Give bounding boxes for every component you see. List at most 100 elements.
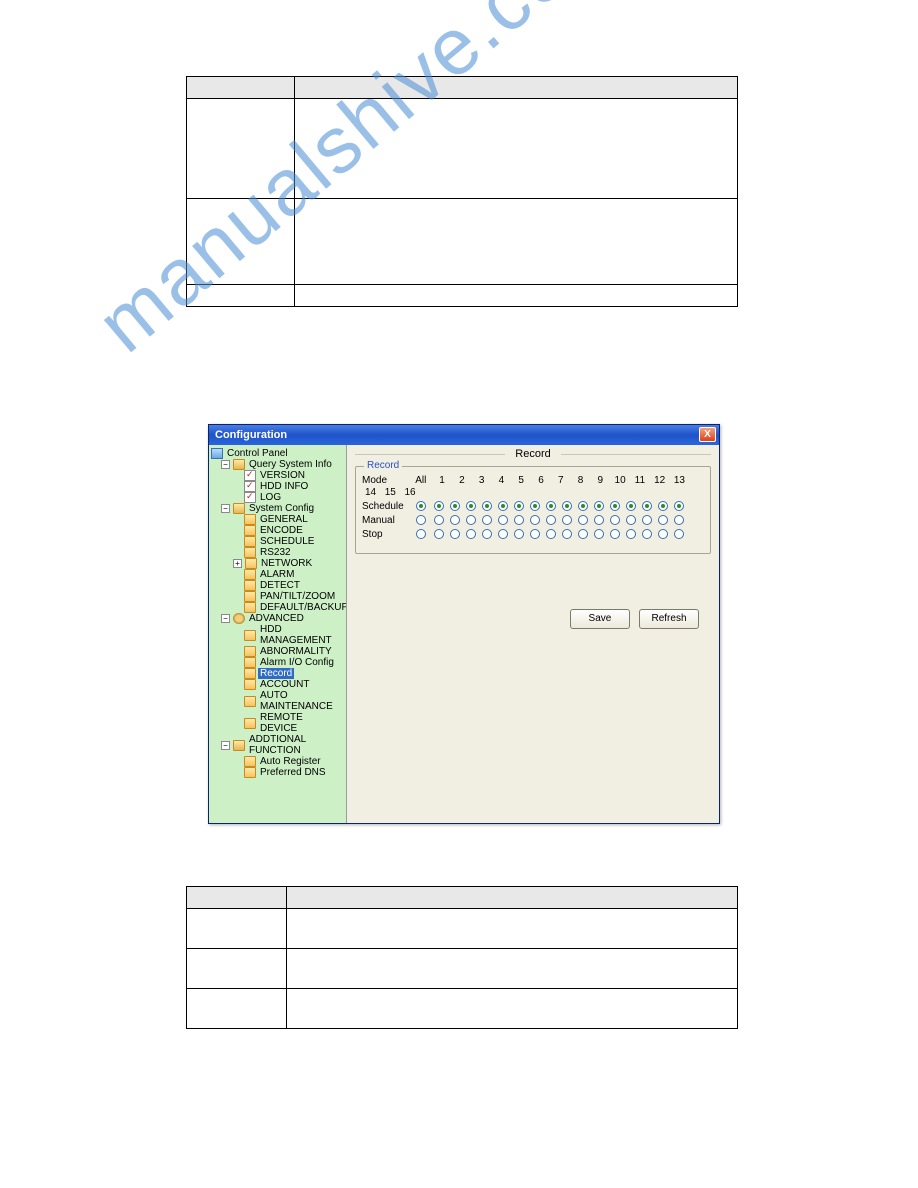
- radio-ch1[interactable]: [434, 515, 444, 525]
- tree-item-preferred-dns[interactable]: Preferred DNS: [211, 767, 344, 778]
- radio-ch12[interactable]: [610, 501, 620, 511]
- radio-ch6[interactable]: [514, 501, 524, 511]
- radio-ch4[interactable]: [482, 501, 492, 511]
- table-cell: [187, 199, 295, 285]
- tree-item-detect[interactable]: DETECT: [211, 580, 344, 591]
- folder-icon: [244, 646, 256, 657]
- radio-ch4[interactable]: [482, 515, 492, 525]
- col-header: 14: [362, 487, 379, 499]
- tree-item-alarm[interactable]: ALARM: [211, 569, 344, 580]
- radio-ch15[interactable]: [658, 529, 668, 539]
- tree-item-abnormality[interactable]: ABNORMALITY: [211, 646, 344, 657]
- radio-ch9[interactable]: [562, 529, 572, 539]
- close-button[interactable]: X: [699, 427, 716, 442]
- radio-ch5[interactable]: [498, 501, 508, 511]
- tree-group-query-system-info[interactable]: − Query System Info: [211, 459, 344, 470]
- radio-ch16[interactable]: [674, 515, 684, 525]
- radio-ch3[interactable]: [466, 501, 476, 511]
- radio-ch15[interactable]: [658, 501, 668, 511]
- refresh-button[interactable]: Refresh: [639, 609, 699, 629]
- radio-ch7[interactable]: [530, 501, 540, 511]
- collapse-icon[interactable]: −: [221, 504, 230, 513]
- radio-ch6[interactable]: [514, 515, 524, 525]
- tree-label: DETECT: [258, 580, 302, 591]
- tree-item-remote-device[interactable]: REMOTE DEVICE: [211, 712, 344, 734]
- radio-ch2[interactable]: [450, 515, 460, 525]
- col-header: 13: [671, 475, 688, 487]
- radio-ch10[interactable]: [578, 529, 588, 539]
- folder-icon: [244, 580, 256, 591]
- radio-ch13[interactable]: [626, 501, 636, 511]
- radio-ch9[interactable]: [562, 515, 572, 525]
- tree-item-record[interactable]: Record: [211, 668, 344, 679]
- radio-ch7[interactable]: [530, 529, 540, 539]
- radio-ch5[interactable]: [498, 515, 508, 525]
- radio-ch14[interactable]: [642, 501, 652, 511]
- radio-ch13[interactable]: [626, 515, 636, 525]
- titlebar[interactable]: Configuration X: [209, 425, 719, 445]
- radio-ch7[interactable]: [530, 515, 540, 525]
- radio-ch6[interactable]: [514, 529, 524, 539]
- tree-group-system-config[interactable]: − System Config: [211, 503, 344, 514]
- radio-ch12[interactable]: [610, 529, 620, 539]
- radio-ch4[interactable]: [482, 529, 492, 539]
- collapse-icon[interactable]: −: [221, 460, 230, 469]
- radio-ch9[interactable]: [562, 501, 572, 511]
- radio-all[interactable]: [416, 529, 426, 539]
- radio-ch1[interactable]: [434, 529, 444, 539]
- radio-ch11[interactable]: [594, 501, 604, 511]
- radio-ch3[interactable]: [466, 529, 476, 539]
- tree-item-hdd-info[interactable]: HDD INFO: [211, 481, 344, 492]
- expand-icon[interactable]: +: [233, 559, 242, 568]
- radio-ch14[interactable]: [642, 529, 652, 539]
- tree-item-auto-maintenance[interactable]: AUTO MAINTENANCE: [211, 690, 344, 712]
- tree-item-ptz[interactable]: PAN/TILT/ZOOM: [211, 591, 344, 602]
- collapse-icon[interactable]: −: [221, 741, 230, 750]
- record-panel: Record Record Mode All 1 2 3 4 5 6 7: [347, 445, 719, 823]
- radio-ch16[interactable]: [674, 529, 684, 539]
- radio-ch2[interactable]: [450, 529, 460, 539]
- tree-item-alarm-io-config[interactable]: Alarm I/O Config: [211, 657, 344, 668]
- tree-item-log[interactable]: LOG: [211, 492, 344, 503]
- tree-item-hdd-management[interactable]: HDD MANAGEMENT: [211, 624, 344, 646]
- tree-item-version[interactable]: VERSION: [211, 470, 344, 481]
- radio-ch8[interactable]: [546, 529, 556, 539]
- radio-ch10[interactable]: [578, 515, 588, 525]
- radio-ch11[interactable]: [594, 515, 604, 525]
- tree-label: Query System Info: [247, 459, 334, 470]
- tree-root[interactable]: Control Panel: [211, 448, 344, 459]
- tree-group-additional-function[interactable]: − ADDTIONAL FUNCTION: [211, 734, 344, 756]
- radio-ch5[interactable]: [498, 529, 508, 539]
- folder-icon: [244, 679, 256, 690]
- save-button[interactable]: Save: [570, 609, 630, 629]
- tree-item-auto-register[interactable]: Auto Register: [211, 756, 344, 767]
- radio-ch16[interactable]: [674, 501, 684, 511]
- radio-all[interactable]: [416, 515, 426, 525]
- radio-ch14[interactable]: [642, 515, 652, 525]
- radio-ch1[interactable]: [434, 501, 444, 511]
- radio-ch11[interactable]: [594, 529, 604, 539]
- radio-ch8[interactable]: [546, 515, 556, 525]
- radio-all[interactable]: [416, 501, 426, 511]
- radio-ch13[interactable]: [626, 529, 636, 539]
- radio-ch3[interactable]: [466, 515, 476, 525]
- tree-item-general[interactable]: GENERAL: [211, 514, 344, 525]
- tree-item-account[interactable]: ACCOUNT: [211, 679, 344, 690]
- radio-ch12[interactable]: [610, 515, 620, 525]
- tree-group-advanced[interactable]: − ADVANCED: [211, 613, 344, 624]
- tree-item-default-backup[interactable]: DEFAULT/BACKUP: [211, 602, 344, 613]
- radio-ch15[interactable]: [658, 515, 668, 525]
- tree-item-encode[interactable]: ENCODE: [211, 525, 344, 536]
- col-header: 9: [592, 475, 609, 487]
- radio-ch2[interactable]: [450, 501, 460, 511]
- tree-item-network[interactable]: +NETWORK: [211, 558, 344, 569]
- fieldset-legend: Record: [364, 460, 402, 471]
- tree-label: ENCODE: [258, 525, 305, 536]
- radio-ch8[interactable]: [546, 501, 556, 511]
- tree-item-rs232[interactable]: RS232: [211, 547, 344, 558]
- tree-item-schedule[interactable]: SCHEDULE: [211, 536, 344, 547]
- collapse-icon[interactable]: −: [221, 614, 230, 623]
- radio-ch10[interactable]: [578, 501, 588, 511]
- tree-label: AUTO MAINTENANCE: [258, 690, 344, 712]
- grid-row-stop: Stop: [362, 529, 704, 541]
